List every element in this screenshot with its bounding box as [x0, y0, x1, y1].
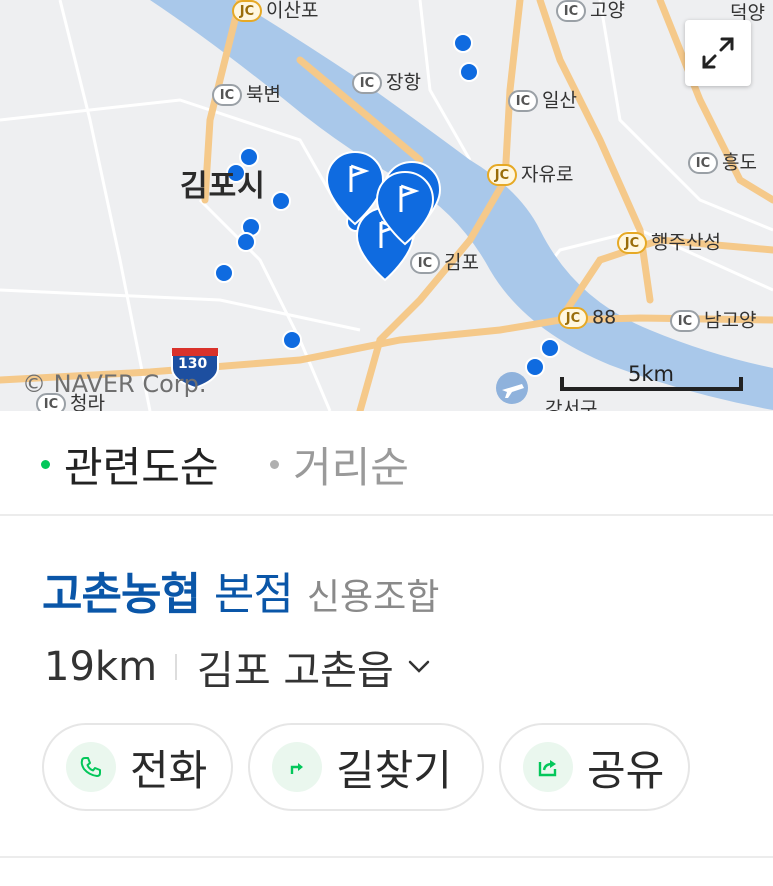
map-view[interactable]: 130 김포시 JC 이산포 IC 고양 덕양 IC 장항 IC 북변 IC 일산 JC 자… — [0, 0, 773, 411]
jc-badge: JC — [617, 232, 647, 254]
map-label-gimpo: IC 김포 — [410, 252, 479, 274]
jc-badge: JC — [558, 307, 588, 329]
sort-bar: 관련도순 거리순 — [0, 411, 773, 516]
map-label-janghang: IC 장항 — [352, 72, 421, 94]
jc-badge: JC — [487, 164, 517, 186]
map-expand-button[interactable] — [685, 20, 751, 86]
map-label-gangseo: 강서구 — [545, 398, 598, 412]
phone-icon — [66, 742, 116, 792]
map-label-namgoyang: IC 남고양 — [670, 310, 756, 332]
share-button[interactable]: 공유 — [499, 723, 690, 811]
ic-badge: IC — [688, 152, 718, 174]
jc-badge: JC — [232, 0, 262, 22]
map-label-text: 88 — [592, 306, 617, 329]
map-label-isanpo: JC 이산포 — [232, 0, 318, 22]
scale-tick-left — [560, 377, 564, 391]
map-label-jayuro: JC 자유로 — [487, 164, 573, 186]
city-label: 김포시 — [180, 169, 266, 204]
map-label-text: 자유로 — [521, 163, 574, 186]
call-button[interactable]: 전화 — [42, 723, 233, 811]
ic-badge: IC — [212, 84, 242, 106]
address-text[interactable]: 김포 고촌읍 — [197, 638, 394, 696]
scale-tick-right — [739, 377, 743, 391]
ic-badge: IC — [670, 310, 700, 332]
ic-badge: IC — [352, 72, 382, 94]
place-category: 신용조합 — [306, 577, 440, 618]
ic-badge: IC — [410, 252, 440, 274]
place-name[interactable]: 고촌농협 — [42, 569, 201, 620]
highway-number: 130 — [178, 356, 208, 372]
sort-active-dot — [41, 460, 50, 469]
map-label-goyang: IC 고양 — [556, 0, 625, 22]
map-label-text: 일산 — [542, 89, 577, 112]
map-copyright: © NAVER Corp. — [22, 370, 207, 398]
map-label-heungdo: IC 흥도 — [688, 152, 757, 174]
distance-text: 19km — [44, 644, 158, 690]
result-title-row[interactable]: 고촌농협 본점 신용조합 — [42, 558, 439, 622]
sort-option-distance[interactable]: 거리순 — [293, 447, 409, 489]
map-label-haengjusanseong: JC 행주산성 — [617, 232, 721, 254]
directions-label: 길찾기 — [336, 745, 452, 795]
page: 130 김포시 JC 이산포 IC 고양 덕양 IC 장항 IC 북변 IC 일산 JC 자… — [0, 0, 773, 886]
map-label-text: 고양 — [590, 0, 625, 22]
map-label-text: 강서구 — [545, 398, 598, 412]
map-label-text: 김포 — [444, 251, 479, 274]
info-divider — [175, 654, 178, 680]
map-label-bukbyeon: IC 북변 — [212, 84, 281, 106]
map-label-text: 이산포 — [266, 0, 319, 22]
map-label-text: 흥도 — [722, 151, 757, 174]
map-base — [0, 0, 773, 411]
result-item[interactable]: 고촌농협 본점 신용조합 19km 김포 고촌읍 전화 길찾기 공유 — [0, 518, 773, 858]
map-label-text: 남고양 — [704, 309, 757, 332]
expand-icon — [702, 37, 734, 69]
scale-label: 5km — [628, 362, 674, 386]
share-icon — [523, 742, 573, 792]
scale-bar — [560, 387, 743, 391]
ic-badge: IC — [556, 0, 586, 22]
map-label-text: 행주산성 — [651, 231, 721, 254]
directions-button[interactable]: 길찾기 — [248, 723, 484, 811]
chevron-down-icon[interactable] — [408, 660, 430, 674]
map-label-text: 장항 — [386, 71, 421, 94]
result-info-row: 19km 김포 고촌읍 — [44, 638, 430, 696]
place-branch[interactable]: 본점 — [214, 569, 294, 620]
sort-inactive-dot — [270, 460, 279, 469]
airport-icon — [496, 372, 528, 404]
map-label-ilsan: IC 일산 — [508, 90, 577, 112]
ic-badge: IC — [508, 90, 538, 112]
map-label-88: JC 88 — [558, 307, 616, 329]
call-label: 전화 — [130, 745, 208, 795]
share-label: 공유 — [587, 745, 665, 795]
map-scale: 5km — [560, 362, 743, 391]
map-label-text: 북변 — [246, 83, 281, 106]
directions-icon — [272, 742, 322, 792]
sort-option-relevance[interactable]: 관련도순 — [64, 447, 219, 489]
